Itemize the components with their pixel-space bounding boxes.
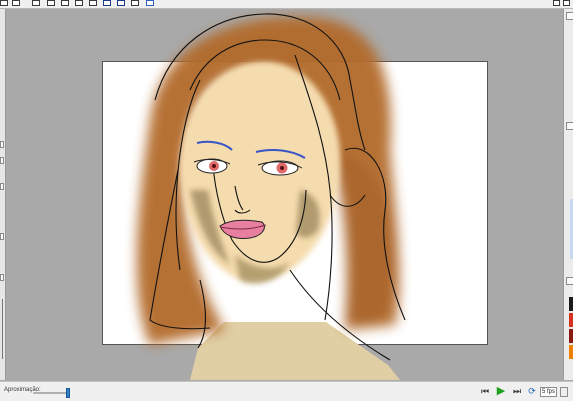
palette-swatch[interactable] (569, 329, 573, 343)
first-frame-icon[interactable]: ⏮ (478, 385, 492, 398)
grid-alt-icon[interactable] (75, 0, 83, 6)
right-panel (563, 9, 573, 380)
palette-header[interactable] (566, 277, 573, 285)
palette-swatch[interactable] (569, 345, 573, 359)
zoom-slider-thumb[interactable] (66, 388, 70, 398)
top-toolbar (0, 0, 573, 9)
zoom-slider[interactable] (33, 392, 68, 394)
grid-icon[interactable] (61, 0, 69, 6)
fps-stepper[interactable] (560, 387, 568, 397)
left-panel-handle[interactable] (0, 274, 4, 281)
loop-icon[interactable]: ⟳ (525, 385, 539, 398)
left-panel-handle[interactable] (0, 141, 4, 148)
left-panel-handle[interactable] (0, 157, 4, 164)
close-icon[interactable] (563, 0, 570, 6)
palette-swatch[interactable] (569, 297, 573, 311)
play-icon[interactable]: ▶ (494, 385, 508, 398)
lightbox-icon[interactable] (146, 0, 154, 6)
portrait-artwork (136, 13, 406, 380)
drawing-canvas[interactable] (6, 9, 562, 380)
brush-icon[interactable] (131, 0, 139, 6)
fps-value: 5 fps (541, 389, 555, 395)
onion-skin-alt-icon[interactable] (117, 0, 125, 6)
left-divider (2, 299, 3, 359)
selection-icon[interactable] (12, 0, 20, 6)
left-panel-handle[interactable] (0, 183, 4, 190)
status-bar: Aproximação: ⏮ ▶ ⏭ ⟳ 5 fps (0, 381, 573, 401)
last-frame-icon[interactable]: ⏭ (510, 385, 524, 398)
camera-icon[interactable] (89, 0, 97, 6)
maximize-icon[interactable] (553, 0, 560, 6)
new-frame-icon[interactable] (32, 0, 40, 6)
right-panel-handle[interactable] (566, 122, 573, 130)
cursor-icon[interactable] (0, 0, 8, 6)
palette-swatch[interactable] (569, 313, 573, 327)
add-frame-icon[interactable] (47, 0, 55, 6)
fps-field[interactable]: 5 fps (540, 387, 557, 397)
onion-skin-icon[interactable] (103, 0, 111, 6)
right-panel-handle[interactable] (566, 12, 573, 20)
left-panel-handle[interactable] (0, 233, 4, 240)
